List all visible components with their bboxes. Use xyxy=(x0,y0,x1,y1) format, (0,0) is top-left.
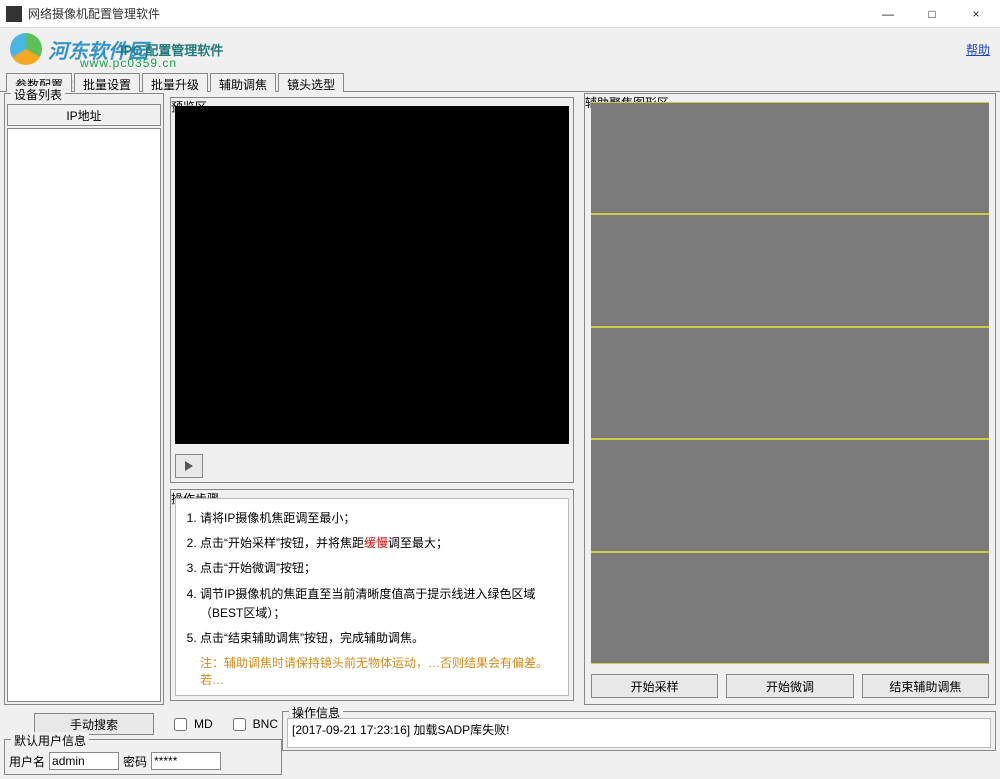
step-3: 点击“开始微调”按钮； xyxy=(200,559,566,578)
maximize-button[interactable]: □ xyxy=(910,0,954,28)
graph-row xyxy=(591,552,989,664)
step-1: 请将IP摄像机焦距调至最小； xyxy=(200,509,566,528)
graph-row xyxy=(591,439,989,551)
step-note: 注：辅助调焦时请保持镜头前无物体运动，…否则结果会有偏差。若… xyxy=(200,654,566,688)
preview-panel: 预览区 xyxy=(170,97,574,483)
app-subtitle: IPC 配置管理软件 xyxy=(120,40,223,59)
default-user-title: 默认用户信息 xyxy=(11,732,89,749)
help-link[interactable]: 帮助 xyxy=(966,41,990,58)
password-input[interactable] xyxy=(151,752,221,770)
tab-batch-settings[interactable]: 批量设置 xyxy=(74,73,140,92)
graph-row xyxy=(591,102,989,214)
play-button[interactable] xyxy=(175,454,203,478)
device-list-panel: 设备列表 IP地址 xyxy=(4,93,164,705)
op-info-panel: 操作信息 [2017-09-21 17:23:16] 加载SADP库失败! xyxy=(282,711,996,751)
md-checkbox-input[interactable] xyxy=(174,718,187,731)
tab-batch-upgrade[interactable]: 批量升级 xyxy=(142,73,208,92)
bottom-row: 手动搜索 MD BNC 操作信息 [2017-09-21 17:23:16] 加… xyxy=(4,711,996,737)
focus-buttons: 开始采样 开始微调 结束辅助调焦 xyxy=(591,674,989,698)
logo-bar: HIKVISION 河东软件园 www.pc0359.cn IPC 配置管理软件… xyxy=(0,28,1000,70)
step-2: 点击“开始采样”按钮，并将焦距缓慢调至最大； xyxy=(200,534,566,553)
username-input[interactable] xyxy=(49,752,119,770)
step-4: 调节IP摄像机的焦距直至当前清晰度值高于提示线进入绿色区域（BEST区域）； xyxy=(200,585,566,623)
start-fine-button[interactable]: 开始微调 xyxy=(726,674,853,698)
work-area: 设备列表 IP地址 预览区 操作步骤 请将IP摄像机焦距调至最小； 点击“开始采… xyxy=(4,93,996,705)
minimize-button[interactable]: — xyxy=(866,0,910,28)
focus-graph-area xyxy=(591,102,989,664)
ip-address-header[interactable]: IP地址 xyxy=(7,104,161,126)
title-bar: 网络摄像机配置管理软件 — □ × xyxy=(0,0,1000,28)
bnc-label: BNC xyxy=(253,717,278,731)
site-logo-icon xyxy=(10,33,42,65)
bnc-checkbox-input[interactable] xyxy=(233,718,246,731)
steps-panel: 操作步骤 请将IP摄像机焦距调至最小； 点击“开始采样”按钮，并将焦距缓慢调至最… xyxy=(170,489,574,701)
end-focus-button[interactable]: 结束辅助调焦 xyxy=(862,674,989,698)
graph-row xyxy=(591,327,989,439)
center-column: 预览区 操作步骤 请将IP摄像机焦距调至最小； 点击“开始采样”按钮，并将焦距缓… xyxy=(170,93,578,705)
window-title: 网络摄像机配置管理软件 xyxy=(28,5,866,22)
window-controls: — □ × xyxy=(866,0,998,28)
focus-graph-panel: 辅助聚焦图形区 开始采样 开始微调 结束辅助调焦 xyxy=(584,93,996,705)
md-checkbox[interactable]: MD xyxy=(170,715,213,734)
op-log: [2017-09-21 17:23:16] 加载SADP库失败! xyxy=(287,718,991,748)
username-label: 用户名 xyxy=(9,753,45,770)
close-button[interactable]: × xyxy=(954,0,998,28)
md-label: MD xyxy=(194,717,213,731)
tab-assist-focus[interactable]: 辅助调焦 xyxy=(210,73,276,92)
device-list[interactable] xyxy=(7,128,161,702)
password-label: 密码 xyxy=(123,753,147,770)
device-list-title: 设备列表 xyxy=(11,86,65,103)
tab-lens-select[interactable]: 镜头选型 xyxy=(278,73,344,92)
step-5: 点击“结束辅助调焦”按钮，完成辅助调焦。 xyxy=(200,629,566,648)
app-icon xyxy=(6,6,22,22)
start-sample-button[interactable]: 开始采样 xyxy=(591,674,718,698)
steps-body[interactable]: 请将IP摄像机焦距调至最小； 点击“开始采样”按钮，并将焦距缓慢调至最大； 点击… xyxy=(175,498,569,696)
main-tabs: 参数配置 批量设置 批量升级 辅助调焦 镜头选型 xyxy=(0,70,1000,92)
default-user-panel: 默认用户信息 用户名 密码 xyxy=(4,739,282,775)
play-icon xyxy=(184,461,194,471)
bnc-checkbox[interactable]: BNC xyxy=(229,715,278,734)
preview-video xyxy=(175,106,569,444)
graph-row xyxy=(591,214,989,326)
bottom-area: 手动搜索 MD BNC 操作信息 [2017-09-21 17:23:16] 加… xyxy=(4,711,996,777)
